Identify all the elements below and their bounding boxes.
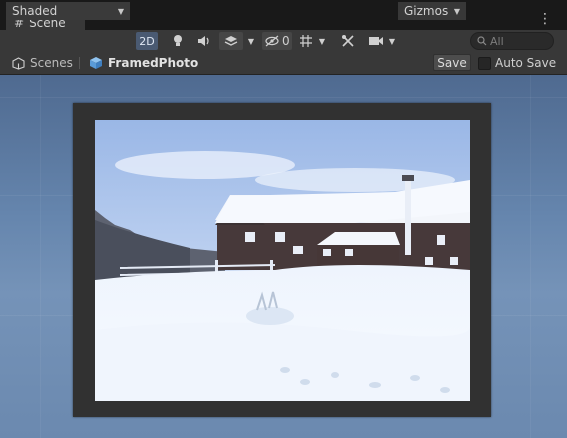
speaker-icon xyxy=(198,36,209,46)
breadcrumb-root-label: Scenes xyxy=(30,56,73,70)
chevron-down-icon: ▼ xyxy=(117,6,124,16)
more-options-icon[interactable]: ⋮ xyxy=(538,11,552,27)
save-button-label: Save xyxy=(437,55,467,70)
breadcrumb-scenes[interactable]: Scenes xyxy=(12,55,73,71)
prefab-cube-icon xyxy=(90,57,102,69)
scene-visibility-button[interactable]: 0 xyxy=(262,32,292,50)
search-placeholder: All xyxy=(490,34,504,48)
save-button[interactable]: Save xyxy=(433,54,471,71)
breadcrumb-current-label: FramedPhoto xyxy=(108,56,199,70)
gizmos-dropdown[interactable]: Gizmos ▼ xyxy=(398,2,466,20)
photo-snowy-barn xyxy=(95,120,470,401)
shading-mode-label: Shaded xyxy=(12,4,58,18)
lightbulb-icon xyxy=(174,35,182,46)
layers-icon xyxy=(224,36,238,46)
grid-toggle-button[interactable] xyxy=(296,32,316,50)
camera-button[interactable] xyxy=(366,32,386,50)
hidden-count: 0 xyxy=(282,34,290,48)
camera-chevron-icon[interactable]: ▼ xyxy=(386,32,398,50)
lighting-toggle-button[interactable] xyxy=(168,32,188,50)
search-field[interactable]: All xyxy=(470,32,554,50)
grid-icon xyxy=(300,35,312,47)
autosave-toggle[interactable]: Auto Save xyxy=(478,56,556,70)
hidden-eye-icon xyxy=(265,35,279,47)
shading-mode-dropdown[interactable]: Shaded ▼ xyxy=(6,2,130,20)
breadcrumb-divider xyxy=(79,57,80,69)
tools-button[interactable] xyxy=(338,32,358,50)
search-icon xyxy=(477,36,487,46)
effects-chevron-icon[interactable]: ▼ xyxy=(244,32,258,50)
gizmos-label: Gizmos xyxy=(404,4,449,18)
autosave-label: Auto Save xyxy=(495,56,557,70)
2d-mode-label: 2D xyxy=(139,34,155,48)
chevron-down-icon: ▼ xyxy=(453,6,460,16)
picture-frame[interactable] xyxy=(73,103,491,417)
autosave-checkbox[interactable] xyxy=(478,56,491,70)
grid-chevron-icon[interactable]: ▼ xyxy=(316,32,328,50)
effects-dropdown-button[interactable] xyxy=(219,32,243,50)
scene-viewport[interactable] xyxy=(0,75,567,438)
camera-icon xyxy=(369,37,383,45)
2d-mode-button[interactable]: 2D xyxy=(136,32,158,50)
tools-icon xyxy=(342,35,354,47)
unity-scene-icon xyxy=(12,56,25,70)
breadcrumb-framedphoto[interactable]: FramedPhoto xyxy=(89,55,198,71)
grid-line xyxy=(40,75,41,438)
audio-toggle-button[interactable] xyxy=(194,32,214,50)
snow-barn-image xyxy=(95,120,470,401)
grid-line xyxy=(530,75,531,438)
grid-line xyxy=(0,97,567,98)
